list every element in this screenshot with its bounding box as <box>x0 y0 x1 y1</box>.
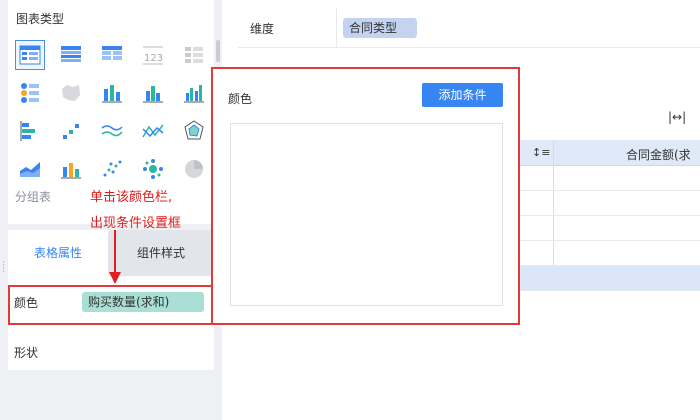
color-row-highlight <box>8 285 213 325</box>
detail-table-icon[interactable] <box>97 40 127 70</box>
dot-list-icon[interactable] <box>15 78 45 108</box>
scatter-icon[interactable] <box>97 154 127 184</box>
map-icon[interactable] <box>56 78 86 108</box>
table-row <box>520 266 700 291</box>
condition-list-area <box>230 123 503 306</box>
chart-type-title: 图表类型 <box>16 12 65 26</box>
table-row <box>520 216 700 241</box>
annotation-line-2: 出现条件设置框 <box>90 216 182 231</box>
svg-text:123: 123 <box>144 53 163 64</box>
tab-table-properties[interactable]: 表格属性 <box>8 230 108 276</box>
dimension-field-pill[interactable]: 合同类型 <box>343 18 417 38</box>
table-row <box>520 241 700 266</box>
dimension-divider <box>336 8 337 48</box>
annotation-arrow-icon <box>109 230 121 284</box>
cross-table-icon[interactable] <box>56 40 86 70</box>
stacked-bar-icon[interactable] <box>97 78 127 108</box>
step-bar-icon[interactable] <box>56 116 86 146</box>
group-table-icon[interactable] <box>15 40 45 70</box>
sort-icon[interactable]: ↕≡ <box>532 146 550 159</box>
area-chart-icon[interactable] <box>15 154 45 184</box>
grouped-column-icon[interactable] <box>179 78 209 108</box>
column-chart-icon[interactable] <box>138 78 168 108</box>
radar-icon[interactable] <box>179 116 209 146</box>
drag-handle-icon[interactable]: · · · · <box>2 259 6 277</box>
chart-panel-scrollbar[interactable] <box>216 40 220 62</box>
bubble-icon[interactable] <box>138 154 168 184</box>
horizontal-bar-icon[interactable] <box>15 116 45 146</box>
multi-line-icon[interactable] <box>97 116 127 146</box>
tab-component-style[interactable]: 组件样式 <box>108 230 214 276</box>
add-condition-button[interactable]: 添加条件 <box>422 83 503 107</box>
annotation-line-1: 单击该颜色栏, <box>90 190 173 205</box>
shape-label[interactable]: 形状 <box>14 344 38 361</box>
left-panel: 图表类型 123 分组表 表格属性 组件样式 · · · · 颜色 购买数量(求… <box>0 0 222 420</box>
column-header-contract-amount[interactable]: 合同金额(求 <box>626 146 691 163</box>
expand-icon[interactable]: |↔| <box>668 110 686 124</box>
dimension-row <box>238 8 700 48</box>
hidden-icon[interactable] <box>179 40 209 70</box>
line-chart-icon[interactable] <box>138 116 168 146</box>
kpi-card-icon[interactable]: 123 <box>138 40 168 70</box>
pie-icon[interactable] <box>179 154 209 184</box>
popup-title: 颜色 <box>228 92 253 106</box>
dimension-label: 维度 <box>250 22 275 36</box>
table-row <box>520 166 700 191</box>
chart-type-name: 分组表 <box>15 190 52 204</box>
table-row <box>520 191 700 216</box>
combo-chart-icon[interactable] <box>56 154 86 184</box>
